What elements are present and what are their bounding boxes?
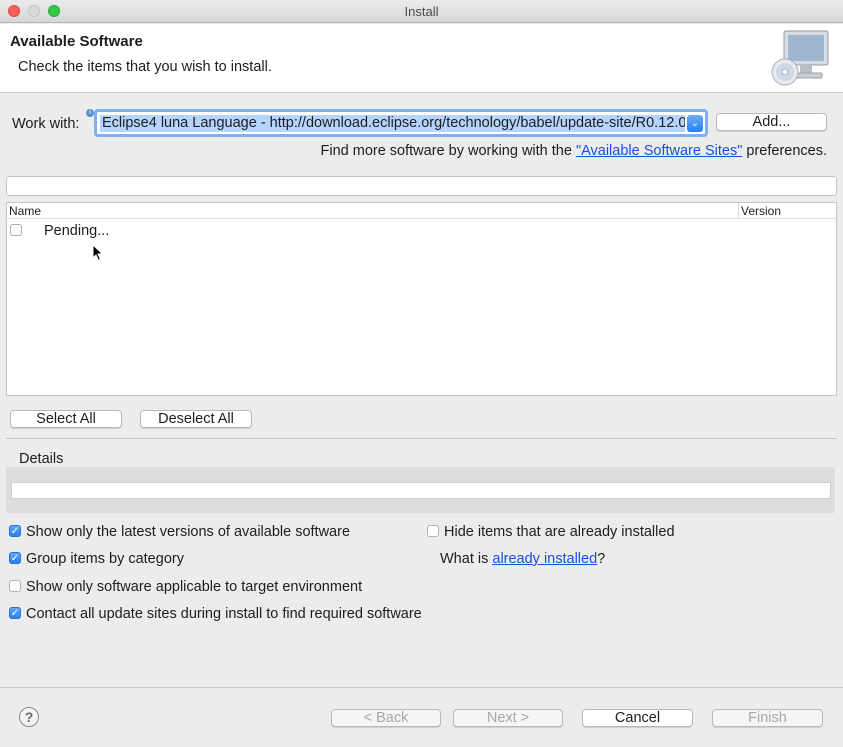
select-all-button[interactable]: Select All: [10, 410, 122, 428]
finish-button[interactable]: Finish: [712, 709, 823, 727]
page-title: Available Software: [10, 33, 143, 50]
work-with-label: Work with:: [12, 116, 80, 132]
column-header-version[interactable]: Version: [741, 204, 781, 218]
filter-input[interactable]: [6, 176, 837, 196]
group-by-category-checkbox[interactable]: ✓: [9, 552, 21, 565]
find-more-suffix: preferences.: [742, 143, 827, 159]
hide-installed-checkbox[interactable]: [427, 525, 439, 538]
deselect-all-button[interactable]: Deselect All: [140, 410, 252, 428]
details-label: Details: [19, 451, 64, 467]
next-button[interactable]: Next >: [453, 709, 563, 727]
what-is-installed-text: What is already installed?: [440, 551, 605, 567]
tree-row-checkbox[interactable]: [10, 224, 22, 236]
find-more-prefix: Find more software by working with the: [320, 143, 576, 159]
back-button[interactable]: < Back: [331, 709, 441, 727]
group-by-category-label: Group items by category: [26, 551, 184, 567]
window-titlebar: Install: [0, 0, 843, 23]
divider: [6, 438, 837, 439]
tree-row[interactable]: Pending...: [7, 220, 836, 240]
target-environment-checkbox[interactable]: [9, 580, 21, 593]
zoom-window-button[interactable]: [48, 5, 60, 17]
option-contact-sites[interactable]: ✓ Contact all update sites during install…: [9, 606, 422, 622]
info-icon: i: [86, 109, 94, 117]
wizard-banner: Available Software Check the items that …: [0, 24, 843, 93]
computer-cd-icon: [771, 30, 829, 86]
column-header-name[interactable]: Name: [9, 204, 41, 218]
option-group-by-category[interactable]: ✓ Group items by category: [9, 551, 184, 567]
cancel-button[interactable]: Cancel: [582, 709, 693, 727]
already-installed-link[interactable]: already installed: [492, 551, 597, 567]
minimize-window-button[interactable]: [28, 5, 40, 17]
window-title: Install: [404, 4, 439, 19]
close-window-button[interactable]: [8, 5, 20, 17]
option-hide-installed[interactable]: Hide items that are already installed: [427, 524, 675, 540]
what-is-prefix: What is: [440, 551, 493, 567]
help-icon[interactable]: ?: [19, 707, 39, 727]
target-environment-label: Show only software applicable to target …: [26, 579, 363, 595]
work-with-value[interactable]: Eclipse4 luna Language - http://download…: [100, 115, 685, 132]
tree-header: Name Version: [7, 203, 836, 219]
what-is-suffix: ?: [597, 551, 606, 567]
tree-row-label: Pending...: [44, 223, 110, 239]
page-subtitle: Check the items that you wish to install…: [18, 59, 272, 75]
footer-divider: [0, 687, 843, 688]
option-target-environment[interactable]: Show only software applicable to target …: [9, 579, 362, 595]
contact-sites-label: Contact all update sites during install …: [26, 606, 422, 622]
hide-installed-label: Hide items that are already installed: [444, 524, 675, 540]
add-site-button[interactable]: Add...: [716, 113, 827, 131]
latest-versions-checkbox[interactable]: ✓: [9, 525, 21, 538]
option-latest-versions[interactable]: ✓ Show only the latest versions of availa…: [9, 524, 350, 540]
contact-sites-checkbox[interactable]: ✓: [9, 607, 21, 620]
available-software-sites-link[interactable]: "Available Software Sites": [576, 143, 742, 159]
chevron-down-icon[interactable]: ⌄: [687, 115, 703, 132]
details-panel: [6, 467, 835, 513]
details-text: [11, 482, 831, 499]
find-more-text: Find more software by working with the "…: [321, 143, 828, 159]
latest-versions-label: Show only the latest versions of availab…: [26, 524, 351, 540]
column-separator[interactable]: [738, 203, 739, 219]
work-with-combo[interactable]: Eclipse4 luna Language - http://download…: [94, 109, 708, 137]
software-tree[interactable]: Name Version Pending...: [6, 202, 837, 396]
mouse-pointer-icon: [92, 244, 104, 262]
